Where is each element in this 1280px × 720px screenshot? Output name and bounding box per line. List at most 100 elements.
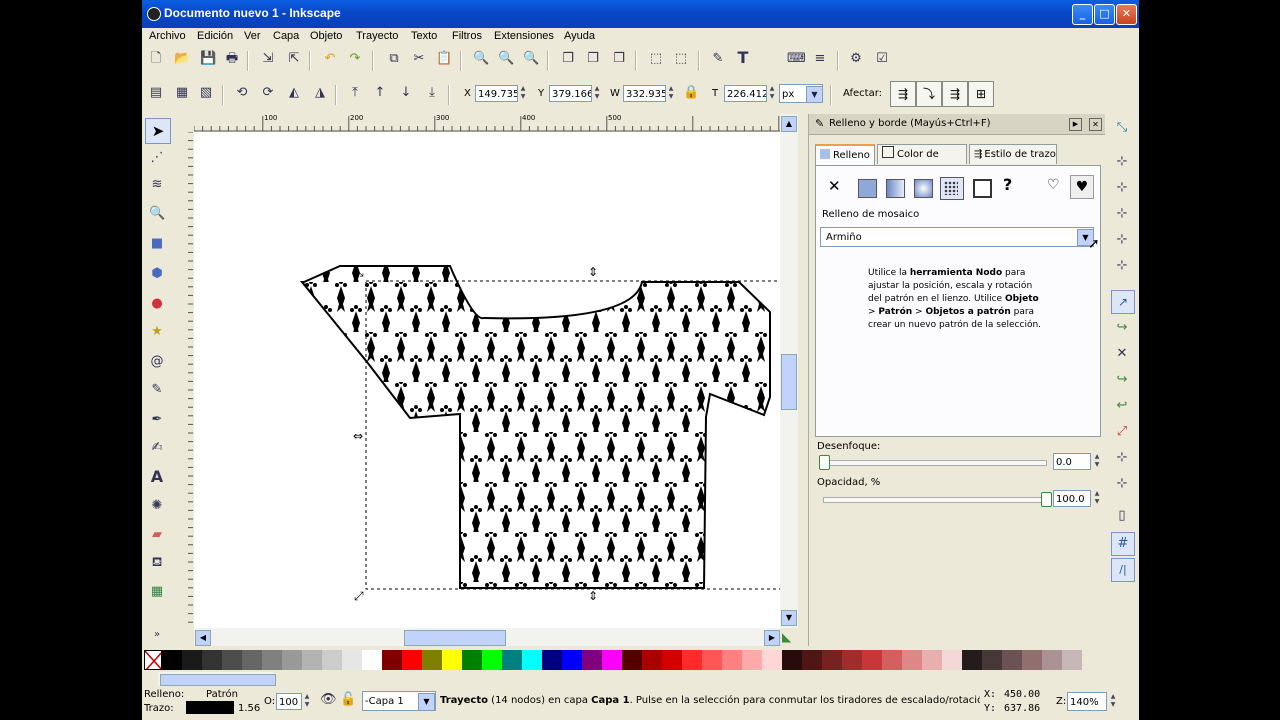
menu-capa[interactable]: Capa bbox=[273, 30, 299, 42]
y-spinner[interactable]: ▲ ▼ bbox=[593, 85, 601, 101]
fill-indicator-value[interactable]: Patrón bbox=[206, 689, 238, 700]
palette-swatch[interactable] bbox=[662, 650, 682, 670]
scroll-left-icon[interactable]: ◀ bbox=[195, 630, 211, 646]
opacity-input[interactable]: 100.0 bbox=[1053, 490, 1091, 507]
chevron-down-icon[interactable]: ▼ bbox=[418, 693, 435, 711]
opacity-status-input[interactable]: 100 bbox=[276, 693, 302, 710]
palette-swatch[interactable] bbox=[602, 650, 622, 670]
menu-trayecto[interactable]: Trayecto bbox=[356, 30, 398, 42]
fill-rule-nonzero-icon[interactable]: ♥ bbox=[1070, 175, 1094, 199]
calligraphy-tool-icon[interactable]: ✍ bbox=[149, 440, 165, 456]
gradient-tool-icon[interactable]: ▦ bbox=[149, 584, 165, 600]
w-input[interactable]: 332.935 bbox=[623, 85, 666, 102]
palette-swatch[interactable] bbox=[422, 650, 442, 670]
snap-bbox-center-icon[interactable]: ⊹ bbox=[1114, 258, 1130, 274]
palette-swatch[interactable] bbox=[582, 650, 602, 670]
palette-swatch[interactable] bbox=[682, 650, 702, 670]
paint-none-button[interactable]: ✕ bbox=[828, 177, 841, 195]
snap-rotation-center-icon[interactable]: ⊹ bbox=[1114, 476, 1130, 492]
rotate-cw-icon[interactable]: ⟳ bbox=[260, 85, 276, 101]
blur-spinner[interactable]: ▲ ▼ bbox=[1093, 453, 1101, 469]
pen-tool-icon[interactable]: ✒ bbox=[149, 412, 165, 428]
rotate-ccw-icon[interactable]: ⟲ bbox=[234, 85, 250, 101]
flip-horizontal-icon[interactable]: ◭ bbox=[286, 85, 302, 101]
palette-swatch[interactable] bbox=[362, 650, 382, 670]
menu-extensiones[interactable]: Extensiones bbox=[494, 30, 554, 42]
palette-swatch[interactable] bbox=[622, 650, 642, 670]
zoom-drawing-icon[interactable]: 🔍 bbox=[498, 51, 514, 67]
duplicate-icon[interactable]: ❐ bbox=[560, 51, 576, 67]
affect-corners-button[interactable]: ⤵ bbox=[916, 81, 942, 107]
chevron-down-icon[interactable]: ▼ bbox=[806, 86, 823, 103]
scroll-down-icon[interactable]: ▼ bbox=[781, 610, 797, 626]
paint-pattern-button[interactable] bbox=[940, 177, 964, 200]
menu-edicion[interactable]: Edición bbox=[197, 30, 233, 42]
affect-gradient-button[interactable]: ⇶ bbox=[942, 81, 968, 107]
layer-lock-icon[interactable]: 🔓 bbox=[340, 692, 356, 708]
palette-swatch[interactable] bbox=[542, 650, 562, 670]
deselect-icon[interactable]: ▧ bbox=[198, 85, 214, 101]
palette-swatch[interactable] bbox=[862, 650, 882, 670]
opacity-status-spinner[interactable]: ▲ ▼ bbox=[303, 693, 311, 709]
h-spinner[interactable]: ▲ ▼ bbox=[768, 85, 776, 101]
palette-swatch[interactable] bbox=[482, 650, 502, 670]
paint-radial-gradient-button[interactable] bbox=[914, 179, 933, 198]
xml-editor-icon[interactable]: ⌨ bbox=[787, 51, 806, 67]
palette-swatch[interactable] bbox=[882, 650, 902, 670]
lower-icon[interactable]: ↓ bbox=[398, 85, 414, 101]
palette-swatch[interactable] bbox=[222, 650, 242, 670]
copy-icon[interactable]: ⧉ bbox=[386, 51, 402, 67]
palette-swatch[interactable] bbox=[562, 650, 582, 670]
palette-swatch[interactable] bbox=[202, 650, 222, 670]
drawing-canvas[interactable]: ⤡ ⇕ ⇔ ⤢ ⇕ bbox=[194, 132, 780, 628]
save-icon[interactable]: 💾 bbox=[200, 51, 216, 67]
tab-color-de-trazo[interactable]: Color de trazo bbox=[877, 144, 967, 180]
blur-input[interactable]: 0.0 bbox=[1053, 453, 1091, 470]
raise-to-top-icon[interactable]: ⤒ bbox=[347, 85, 363, 101]
export-icon[interactable]: ⇱ bbox=[286, 51, 302, 67]
palette-swatch[interactable] bbox=[502, 650, 522, 670]
palette-swatch[interactable] bbox=[282, 650, 302, 670]
menu-ver[interactable]: Ver bbox=[244, 30, 261, 42]
palette-swatch[interactable] bbox=[462, 650, 482, 670]
palette-swatches[interactable] bbox=[162, 650, 1122, 670]
palette-swatch[interactable] bbox=[402, 650, 422, 670]
palette-swatch[interactable] bbox=[342, 650, 362, 670]
tshirt-drawing[interactable]: ⤡ ⇕ ⇔ ⤢ ⇕ bbox=[194, 132, 780, 628]
select-all-layers-icon[interactable]: ▦ bbox=[174, 85, 190, 101]
palette-swatch[interactable] bbox=[762, 650, 782, 670]
zoom-tool-icon[interactable]: 🔍 bbox=[149, 206, 165, 222]
paste-icon[interactable]: 📋 bbox=[436, 51, 452, 67]
horizontal-scroll-thumb[interactable] bbox=[404, 630, 506, 646]
print-icon[interactable]: 🖶 bbox=[224, 51, 240, 67]
node-tool-icon[interactable]: ⋰ bbox=[149, 150, 165, 166]
menu-filtros[interactable]: Filtros bbox=[452, 30, 482, 42]
palette-swatch[interactable] bbox=[982, 650, 1002, 670]
text-tool-icon[interactable]: A bbox=[149, 469, 165, 485]
palette-swatch[interactable] bbox=[382, 650, 402, 670]
menu-texto[interactable]: Texto bbox=[411, 30, 437, 42]
paint-linear-gradient-button[interactable] bbox=[886, 179, 905, 198]
snap-nodes-icon[interactable]: ↗ bbox=[1111, 290, 1135, 314]
flip-vertical-icon[interactable]: ◮ bbox=[312, 85, 328, 101]
group-icon[interactable]: ⬚ bbox=[648, 51, 664, 67]
no-color-swatch[interactable] bbox=[144, 650, 162, 670]
maximize-button[interactable]: □ bbox=[1094, 4, 1115, 25]
spiral-tool-icon[interactable]: @ bbox=[149, 354, 165, 370]
eye-icon[interactable]: 👁 bbox=[320, 692, 337, 708]
h-input[interactable]: 226.412 bbox=[724, 85, 767, 102]
palette-swatch[interactable] bbox=[1042, 650, 1062, 670]
affect-stroke-button[interactable]: ⇶ bbox=[890, 81, 916, 107]
palette-swatch[interactable] bbox=[742, 650, 762, 670]
palette-swatch[interactable] bbox=[902, 650, 922, 670]
raise-icon[interactable]: ↑ bbox=[372, 85, 388, 101]
vertical-scroll-thumb[interactable] bbox=[781, 354, 797, 410]
new-document-icon[interactable]: 🗋 bbox=[148, 51, 164, 67]
y-input[interactable]: 379.166 bbox=[549, 85, 592, 102]
x-spinner[interactable]: ▲ ▼ bbox=[519, 85, 527, 101]
title-bar[interactable]: Documento nuevo 1 - Inkscape _ □ ✕ bbox=[142, 0, 1139, 28]
tweak-tool-icon[interactable]: ≋ bbox=[149, 177, 165, 193]
close-button[interactable]: ✕ bbox=[1116, 4, 1137, 25]
palette-swatch[interactable] bbox=[1062, 650, 1082, 670]
document-properties-icon[interactable]: ☑ bbox=[874, 51, 890, 67]
